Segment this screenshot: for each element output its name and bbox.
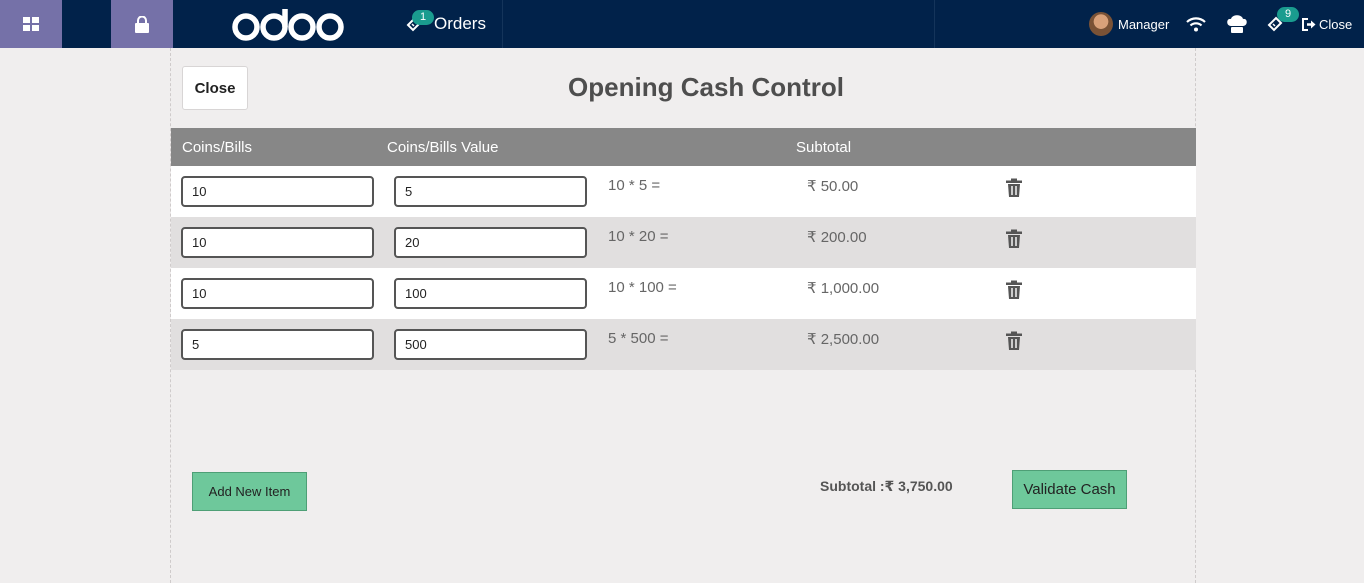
row-subtotal: ₹ 50.00 [807,178,859,195]
close-button[interactable]: Close [182,66,248,110]
user-menu[interactable]: Manager [1089,0,1171,48]
user-name: Manager [1118,16,1170,32]
trash-icon[interactable] [1004,280,1024,300]
row-subtotal: ₹ 1,000.00 [807,280,880,297]
add-new-item-button[interactable]: Add New Item [192,472,307,511]
odoo-logo [226,0,350,48]
row-subtotal: ₹ 2,500.00 [807,331,880,348]
coins-count-input[interactable] [181,176,374,207]
page-title: Opening Cash Control [568,72,844,102]
navbar-divider [934,0,935,48]
coin-value-input[interactable] [394,278,587,309]
odoo-logo-mark [232,9,344,41]
coins-count-input[interactable] [181,329,374,360]
close-session-button[interactable]: Close [1302,0,1364,48]
orders-button[interactable]: 1 Orders [394,0,503,48]
grid-icon [23,17,39,31]
row-subtotal: ₹ 200.00 [807,229,867,246]
avatar [1089,12,1113,36]
kitchen-button[interactable] [1219,0,1255,48]
orders-count-badge: 1 [412,10,434,25]
orders-label: Orders [434,14,486,33]
apps-menu-button[interactable] [0,0,62,48]
tickets-button[interactable]: 9 [1257,0,1299,48]
opening-cash-control-panel: Close Opening Cash Control Coins/Bills C… [170,48,1196,583]
column-header-coins-bills-value: Coins/Bills Value [387,139,499,156]
coin-value-input[interactable] [394,176,587,207]
lock-icon [135,15,149,33]
sign-out-icon [1302,17,1316,31]
tickets-count-badge: 9 [1277,7,1299,22]
table-row: 10 * 100 = ₹ 1,000.00 [171,268,1196,319]
coins-count-input[interactable] [181,278,374,309]
coin-value-input[interactable] [394,227,587,258]
total-subtotal: Subtotal :₹ 3,750.00 [820,478,953,494]
chef-hat-icon [1227,15,1247,33]
trash-icon[interactable] [1004,229,1024,249]
table-row: 10 * 5 = ₹ 50.00 [171,166,1196,217]
row-formula: 10 * 20 = [608,228,669,245]
validate-cash-button[interactable]: Validate Cash [1012,470,1127,509]
row-formula: 10 * 5 = [608,177,661,194]
column-header-coins-bills: Coins/Bills [182,139,253,156]
coin-value-input[interactable] [394,329,587,360]
wifi-icon [1186,17,1206,32]
column-header-subtotal: Subtotal [796,139,852,156]
row-formula: 5 * 500 = [608,330,669,347]
close-label: Close [1319,16,1353,32]
top-navbar: 1 Orders Manager 9 Close [0,0,1364,48]
table-row: 10 * 20 = ₹ 200.00 [171,217,1196,268]
row-formula: 10 * 100 = [608,279,677,296]
table-header: Coins/Bills Coins/Bills Value Subtotal [171,128,1196,166]
coins-count-input[interactable] [181,227,374,258]
table-row: 5 * 500 = ₹ 2,500.00 [171,319,1196,370]
trash-icon[interactable] [1004,331,1024,351]
trash-icon[interactable] [1004,178,1024,198]
connection-status-button[interactable] [1178,0,1214,48]
lock-button[interactable] [111,0,173,48]
